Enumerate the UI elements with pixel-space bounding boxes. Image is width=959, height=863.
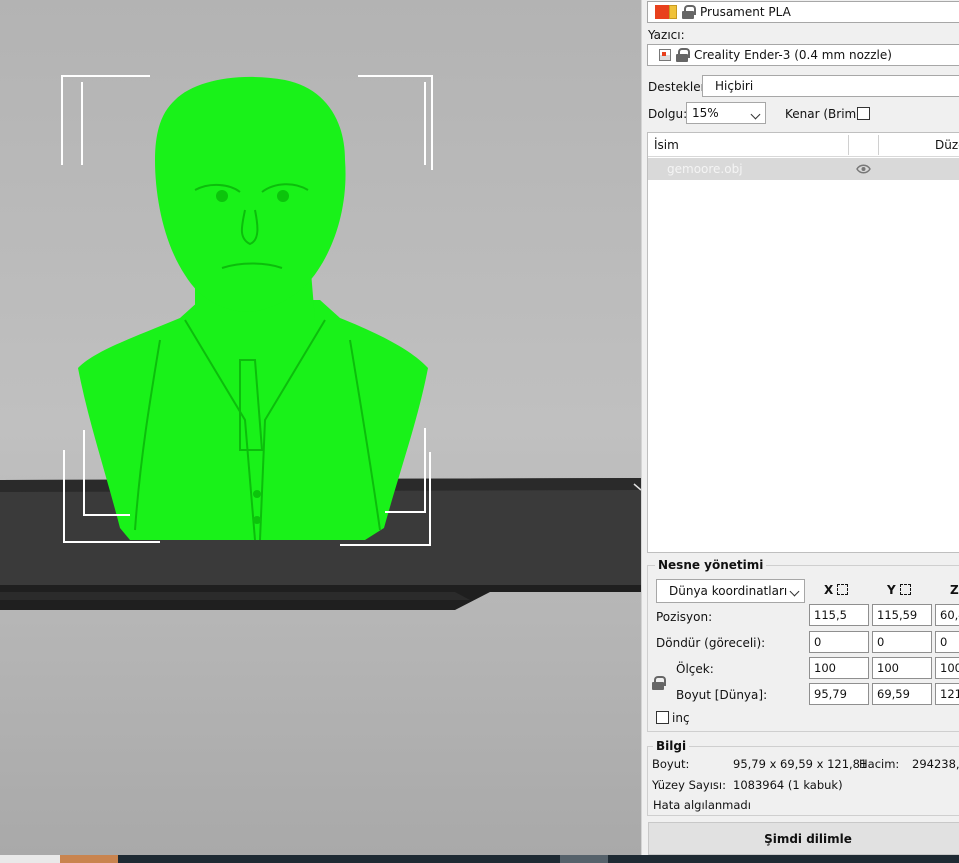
slice-now-button[interactable]: Şimdi dilimle: [648, 822, 959, 855]
coordinate-system-value: Dünya koordinatları: [669, 584, 788, 598]
info-size-value: 95,79 x 69,59 x 121,81: [733, 757, 868, 771]
position-x-field[interactable]: 115,5: [809, 604, 869, 626]
rotation-x-field[interactable]: 0: [809, 631, 869, 653]
object-name: gemoore.obj: [667, 162, 743, 176]
info-volume-value: 294238,53: [912, 757, 959, 771]
info-facets-label: Yüzey Sayısı:: [652, 778, 726, 792]
settings-panel: Prusament PLA Yazıcı: Creality Ender-3 (…: [641, 0, 959, 855]
3d-viewport[interactable]: [0, 0, 641, 855]
info-facets-value: 1083964 (1 kabuk): [733, 778, 843, 792]
info-size-label: Boyut:: [652, 757, 690, 771]
info-volume-label: Hacim:: [859, 757, 900, 771]
chevron-down-icon: [750, 109, 761, 120]
printer-name: Creality Ender-3 (0.4 mm nozzle): [694, 48, 892, 62]
infill-value: 15%: [692, 106, 719, 120]
taskbar-app-icon[interactable]: [560, 855, 608, 863]
list-item[interactable]: gemoore.obj: [648, 158, 959, 180]
printer-label: Yazıcı:: [648, 28, 685, 42]
scene-canvas[interactable]: [0, 0, 641, 855]
material-color-swatch-2: [669, 5, 677, 19]
scale-label: Ölçek:: [676, 662, 714, 676]
brim-checkbox[interactable]: [857, 107, 870, 120]
axis-z-label: Z: [950, 583, 959, 597]
rotation-y-field[interactable]: 0: [872, 631, 932, 653]
supports-value: Hiçbiri: [715, 79, 754, 93]
material-color-swatch: [655, 5, 669, 19]
material-name: Prusament PLA: [700, 5, 791, 19]
size-z-field[interactable]: 121,: [935, 683, 959, 705]
printer-icon: [659, 49, 671, 61]
rotation-z-field[interactable]: 0: [935, 631, 959, 653]
size-x-field[interactable]: 95,79: [809, 683, 869, 705]
eye-icon[interactable]: [856, 164, 871, 174]
inch-checkbox[interactable]: [656, 711, 669, 724]
coordinate-system-selector[interactable]: Dünya koordinatları: [656, 579, 805, 603]
rotation-label: Döndür (göreceli):: [656, 636, 766, 650]
info-errors: Hata algılanmadı: [653, 798, 751, 812]
infill-selector[interactable]: 15%: [686, 102, 766, 124]
column-extruder[interactable]: Düze: [935, 138, 959, 152]
material-selector[interactable]: Prusament PLA: [647, 1, 959, 23]
scale-x-field[interactable]: 100: [809, 657, 869, 679]
column-name[interactable]: İsim: [654, 138, 679, 152]
uniform-scale-lock-icon[interactable]: [652, 676, 666, 690]
lock-icon: [676, 48, 690, 62]
size-label: Boyut [Dünya]:: [676, 688, 768, 702]
axis-y-label: Y: [887, 583, 911, 597]
chevron-down-icon: [789, 586, 800, 597]
info-title: Bilgi: [653, 739, 690, 753]
position-label: Pozisyon:: [656, 610, 713, 624]
object-list-header: İsim Düze: [648, 133, 959, 157]
brim-label: Kenar (Brim):: [785, 107, 865, 121]
taskbar: [0, 855, 959, 863]
axis-x-label: X: [824, 583, 849, 597]
supports-label: Destekler:: [648, 80, 710, 94]
taskbar-app-icon[interactable]: [60, 855, 118, 863]
model-bust[interactable]: [78, 76, 428, 541]
size-y-field[interactable]: 69,59: [872, 683, 932, 705]
scale-y-field[interactable]: 100: [872, 657, 932, 679]
inch-label: inç: [672, 711, 690, 725]
object-list[interactable]: İsim Düze gemoore.obj: [647, 132, 959, 553]
printer-selector[interactable]: Creality Ender-3 (0.4 mm nozzle): [647, 44, 959, 66]
position-z-field[interactable]: 60,4: [935, 604, 959, 626]
object-manipulation-title: Nesne yönetimi: [655, 558, 767, 572]
scale-z-field[interactable]: 100: [935, 657, 959, 679]
supports-selector[interactable]: Hiçbiri: [702, 75, 959, 97]
lock-icon: [682, 5, 696, 19]
infill-label: Dolgu:: [648, 107, 688, 121]
position-y-field[interactable]: 115,59: [872, 604, 932, 626]
